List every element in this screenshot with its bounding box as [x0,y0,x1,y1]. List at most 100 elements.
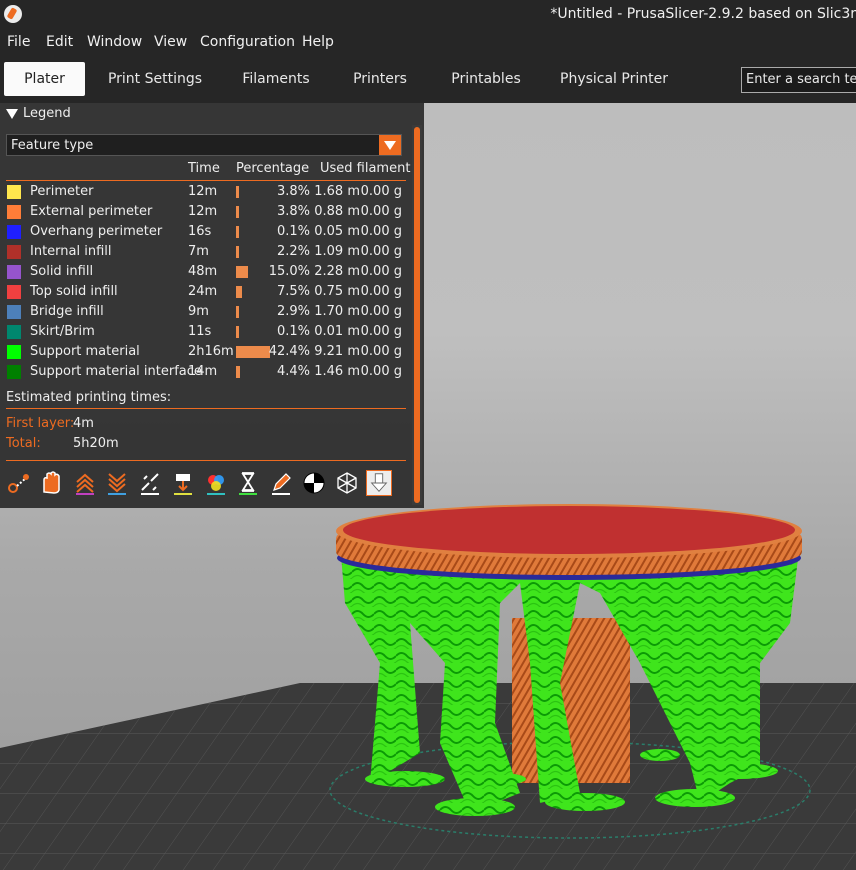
color-changes-icon[interactable] [203,470,229,496]
feature-length: 0.88 m [314,204,360,219]
menu-help[interactable]: Help [302,34,334,50]
feature-time: 12m [188,204,218,219]
tab-print-settings[interactable]: Print Settings [100,62,210,96]
feature-weight: 0.00 g [360,244,402,259]
color-swatch [7,325,21,339]
feature-percentage: 3.8% [276,184,310,199]
collapse-triangle-icon [6,108,18,119]
shells-icon[interactable] [334,470,360,496]
percentage-bar [236,246,239,258]
title-bar: *Untitled - PrusaSlicer-2.9.2 based on S… [0,0,856,30]
feature-weight: 0.00 g [360,284,402,299]
menu-view[interactable]: View [154,34,187,50]
menu-file[interactable]: File [7,34,30,50]
feature-time: 2h16m [188,344,234,359]
legend-row[interactable]: External perimeter 12m 3.8% 0.88 m 0.00 g [0,202,410,222]
tab-bar: Plater Print Settings Filaments Printers… [0,55,856,103]
feature-time: 12m [188,184,218,199]
feature-name: Internal infill [30,244,112,259]
feature-length: 2.28 m [314,264,360,279]
top-solid-infill-surface [343,506,795,554]
color-swatch [7,185,21,199]
feature-name: Support material interface [30,364,202,379]
feature-length: 9.21 m [314,344,360,359]
feature-time: 14m [188,364,218,379]
feature-weight: 0.00 g [360,364,402,379]
estimated-times-label: Estimated printing times: [6,390,172,405]
feature-name: Skirt/Brim [30,324,95,339]
feature-name: Perimeter [30,184,94,199]
feature-weight: 0.00 g [360,324,402,339]
feature-length: 0.05 m [314,224,360,239]
legend-row[interactable]: Skirt/Brim 11s 0.1% 0.01 m 0.00 g [0,322,410,342]
feature-length: 0.01 m [314,324,360,339]
feature-time: 16s [188,224,212,239]
divider [6,408,406,409]
color-swatch [7,225,21,239]
legend-toggle[interactable]: Legend [6,106,71,124]
column-header-used-filament: Used filament [320,161,411,176]
pause-prints-icon[interactable] [235,470,261,496]
tab-printables[interactable]: Printables [440,62,532,96]
feature-percentage: 2.2% [276,244,310,259]
feature-name: Top solid infill [30,284,118,299]
legend-row[interactable]: Top solid infill 24m 7.5% 0.75 m 0.00 g [0,282,410,302]
percentage-bar [236,186,239,198]
chevron-down-icon[interactable] [379,135,401,155]
legend-row[interactable]: Support material interface 14m 4.4% 1.46 m0… [0,362,410,382]
legend-row[interactable]: Internal infill 7m 2.2% 1.09 m 0.00 g [0,242,410,262]
tool-changes-icon[interactable] [170,470,196,496]
custom-gcode-icon[interactable] [268,470,294,496]
tab-printers[interactable]: Printers [342,62,418,96]
tool-marker-icon[interactable] [366,470,392,496]
percentage-bar [236,346,270,358]
menu-window[interactable]: Window [87,34,142,50]
feature-percentage: 7.5% [276,284,310,299]
legend-row[interactable]: Perimeter 12m 3.8% 1.68 m 0.00 g [0,182,410,202]
feature-percentage: 15.0% [268,264,310,279]
seams-icon[interactable] [137,470,163,496]
window-title: *Untitled - PrusaSlicer-2.9.2 based on S… [550,6,856,22]
feature-length: 1.68 m [314,184,360,199]
first-layer-label: First layer: [6,416,75,431]
menu-edit[interactable]: Edit [46,34,73,50]
tab-plater[interactable]: Plater [4,62,85,96]
tab-physical-printer[interactable]: Physical Printer [554,62,674,96]
view-type-value: Feature type [11,138,94,153]
legend-title: Legend [23,106,71,121]
feature-name: Bridge infill [30,304,104,319]
search-input[interactable] [742,68,856,91]
feature-time: 48m [188,264,218,279]
divider [6,180,406,181]
travel-icon[interactable] [6,470,32,496]
option-toolbar [0,466,410,502]
legend-row[interactable]: Solid infill 48m 15.0% 2.28 m 0.00 g [0,262,410,282]
feature-length: 1.70 m [314,304,360,319]
tab-filaments[interactable]: Filaments [232,62,320,96]
legend-row[interactable]: Overhang perimeter 16s 0.1% 0.05 m 0.00 g [0,222,410,242]
percentage-bar [236,326,239,338]
feature-time: 24m [188,284,218,299]
feature-weight: 0.00 g [360,344,402,359]
legend-row[interactable]: Support material 2h16m 42.4% 9.21 m 0.00 g [0,342,410,362]
wipe-icon[interactable] [38,470,64,496]
column-header-percentage: Percentage [236,161,310,176]
feature-time: 7m [188,244,209,259]
feature-weight: 0.00 g [360,204,402,219]
view-type-select[interactable]: Feature type [6,134,402,156]
feature-time: 11s [188,324,212,339]
feature-weight: 0.00 g [360,224,402,239]
feature-weight: 0.00 g [360,264,402,279]
feature-percentage: 0.1% [276,324,310,339]
feature-percentage: 3.8% [276,204,310,219]
total-label: Total: [6,436,41,451]
legend-row[interactable]: Bridge infill 9m 2.9% 1.70 m 0.00 g [0,302,410,322]
center-of-gravity-icon[interactable] [301,470,327,496]
scrollbar-thumb[interactable] [414,127,420,503]
deretractions-icon[interactable] [104,470,130,496]
percentage-bar [236,206,239,218]
color-swatch [7,265,21,279]
legend-scrollbar[interactable] [412,125,422,505]
menu-configuration[interactable]: Configuration [200,34,295,50]
retractions-icon[interactable] [72,470,98,496]
